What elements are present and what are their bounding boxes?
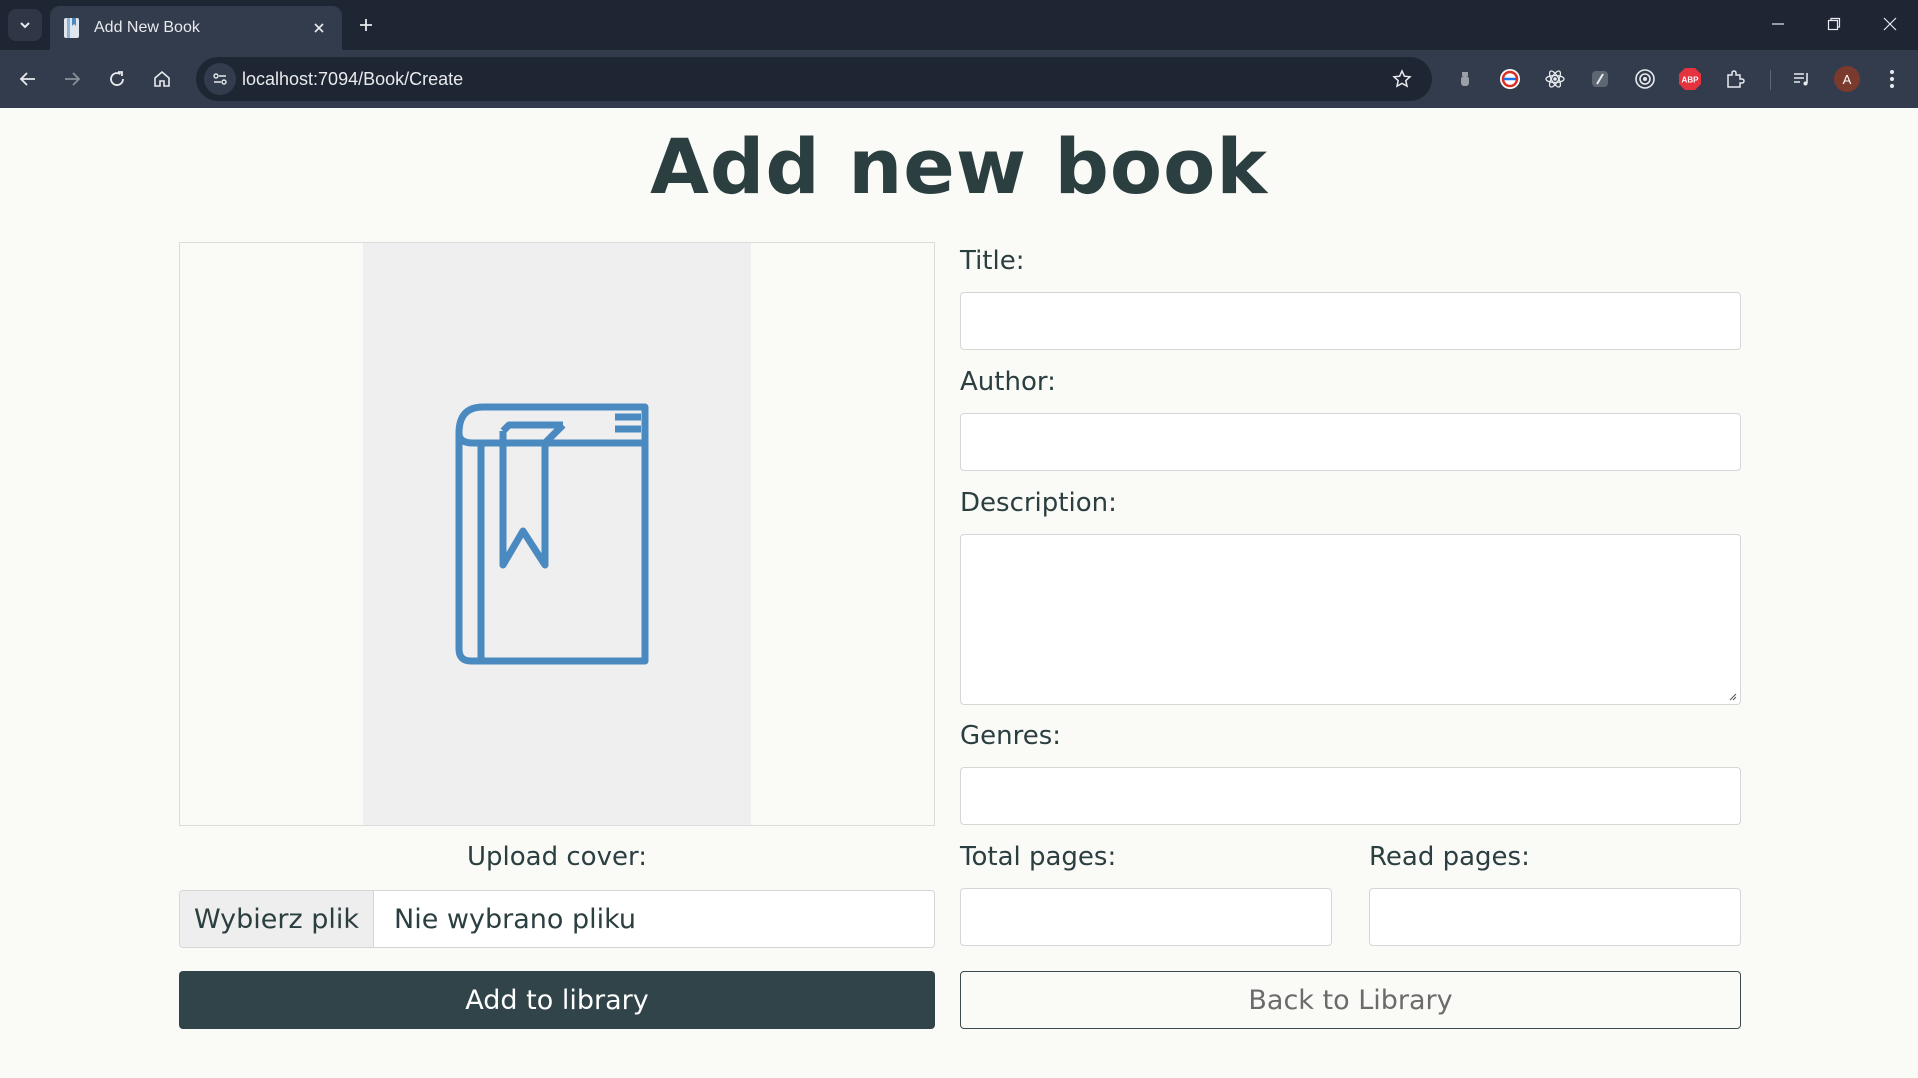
author-label: Author:	[960, 367, 1056, 397]
description-textarea[interactable]	[960, 534, 1741, 705]
menu-icon	[1890, 70, 1894, 88]
browser-tab[interactable]: Add New Book	[50, 6, 342, 50]
bookmark-button[interactable]	[1390, 67, 1414, 91]
choose-file-button[interactable]: Wybierz plik	[180, 891, 374, 947]
adblock-icon: ABP	[1679, 68, 1701, 90]
reload-button[interactable]	[99, 61, 135, 97]
extension-button-2[interactable]	[1495, 64, 1525, 94]
grammar-extension-icon	[1500, 69, 1520, 89]
file-status-text: Nie wybrano pliku	[394, 903, 637, 935]
total-pages-label: Total pages:	[960, 842, 1117, 872]
chevron-down-icon	[20, 22, 30, 29]
home-button[interactable]	[144, 61, 180, 97]
media-icon	[1794, 73, 1808, 86]
total-pages-input[interactable]	[960, 888, 1332, 946]
title-input[interactable]	[960, 292, 1741, 350]
description-label: Description:	[960, 488, 1117, 518]
star-icon	[1392, 69, 1412, 88]
read-pages-input[interactable]	[1369, 888, 1741, 946]
adblock-label: ABP	[1682, 76, 1700, 85]
url-text[interactable]: localhost:7094/Book/Create	[242, 69, 463, 90]
tab-list-button[interactable]	[8, 9, 42, 41]
profile-button[interactable]: A	[1832, 64, 1862, 94]
close-icon	[314, 23, 324, 33]
browser-tab-bar: Add New Book	[0, 0, 1918, 50]
media-control-button[interactable]	[1787, 64, 1817, 94]
close-window-button[interactable]	[1868, 6, 1912, 42]
forward-button[interactable]	[54, 61, 90, 97]
extension-button-4[interactable]	[1585, 64, 1615, 94]
back-icon	[19, 72, 35, 86]
favicon-icon	[64, 18, 79, 38]
browser-toolbar: localhost:7094/Book/Create ABP A	[0, 50, 1918, 108]
cover-preview	[179, 242, 935, 826]
react-devtools-icon	[1545, 70, 1565, 88]
minimize-button[interactable]	[1756, 6, 1800, 42]
avatar-initial: A	[1842, 71, 1852, 87]
address-bar[interactable]: localhost:7094/Book/Create	[196, 57, 1432, 101]
reload-icon	[110, 71, 124, 86]
close-icon	[1883, 17, 1897, 31]
back-button[interactable]	[10, 61, 46, 97]
page-title: Add new book	[650, 122, 1268, 211]
cover-file-input[interactable]: Wybierz plik Nie wybrano pliku	[179, 890, 935, 948]
bottle-icon	[1461, 72, 1469, 86]
forward-icon	[65, 72, 81, 86]
site-info-button[interactable]	[204, 63, 236, 95]
upload-cover-label: Upload cover:	[467, 842, 647, 872]
minimize-icon	[1772, 23, 1784, 25]
plus-icon	[360, 19, 372, 31]
tab-close-button[interactable]	[308, 17, 330, 39]
extension-button-3[interactable]	[1540, 64, 1570, 94]
target-icon	[1635, 69, 1655, 89]
genres-input[interactable]	[960, 767, 1741, 825]
resize-grip-icon[interactable]	[1727, 691, 1737, 701]
back-to-library-button[interactable]: Back to Library	[960, 971, 1741, 1029]
puzzle-icon	[1727, 70, 1745, 88]
extensions-menu-button[interactable]	[1720, 64, 1750, 94]
author-input[interactable]	[960, 413, 1741, 471]
add-to-library-button[interactable]: Add to library	[179, 971, 935, 1029]
read-pages-label: Read pages:	[1369, 842, 1530, 872]
restore-icon	[1827, 17, 1841, 31]
genres-label: Genres:	[960, 721, 1062, 751]
tab-title: Add New Book	[94, 19, 200, 36]
adblock-button[interactable]: ABP	[1675, 64, 1705, 94]
extension-button-5[interactable]	[1630, 64, 1660, 94]
home-icon	[154, 70, 170, 87]
avatar: A	[1834, 66, 1860, 92]
restore-button[interactable]	[1812, 6, 1856, 42]
browser-menu-button[interactable]	[1877, 64, 1907, 94]
feather-icon	[1592, 71, 1608, 87]
site-info-icon	[213, 73, 227, 85]
title-label: Title:	[960, 246, 1025, 276]
toolbar-separator	[1770, 70, 1771, 90]
extension-button-1[interactable]	[1450, 64, 1480, 94]
book-icon	[455, 403, 649, 665]
new-tab-button[interactable]	[350, 9, 382, 41]
